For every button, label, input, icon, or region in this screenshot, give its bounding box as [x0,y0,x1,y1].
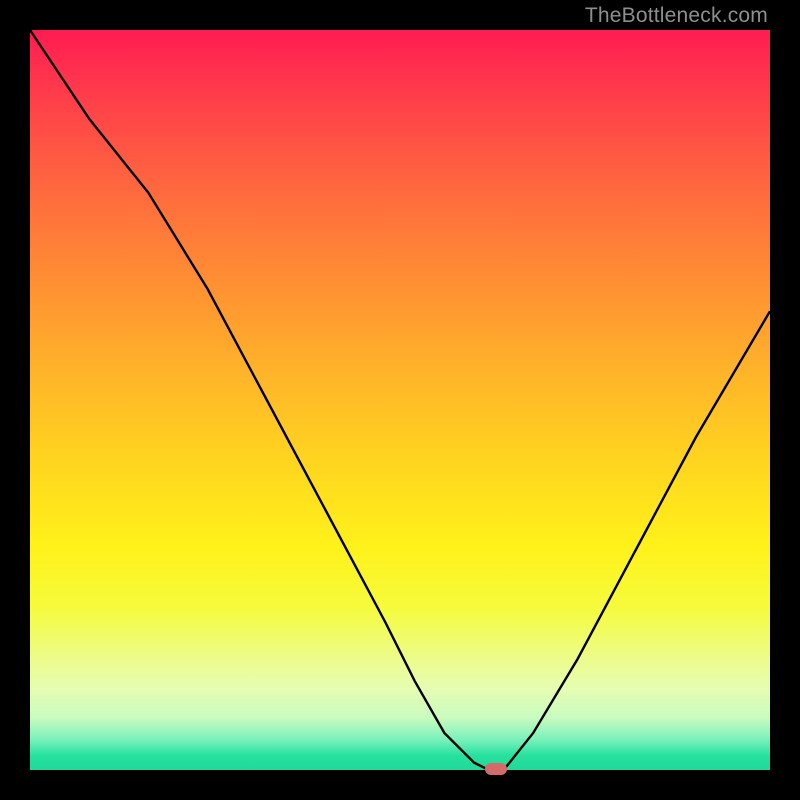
curve-path [30,30,770,770]
bottleneck-curve [30,30,770,770]
chart-frame: TheBottleneck.com [0,0,800,800]
optimal-marker [485,763,507,775]
watermark-text: TheBottleneck.com [585,4,768,28]
